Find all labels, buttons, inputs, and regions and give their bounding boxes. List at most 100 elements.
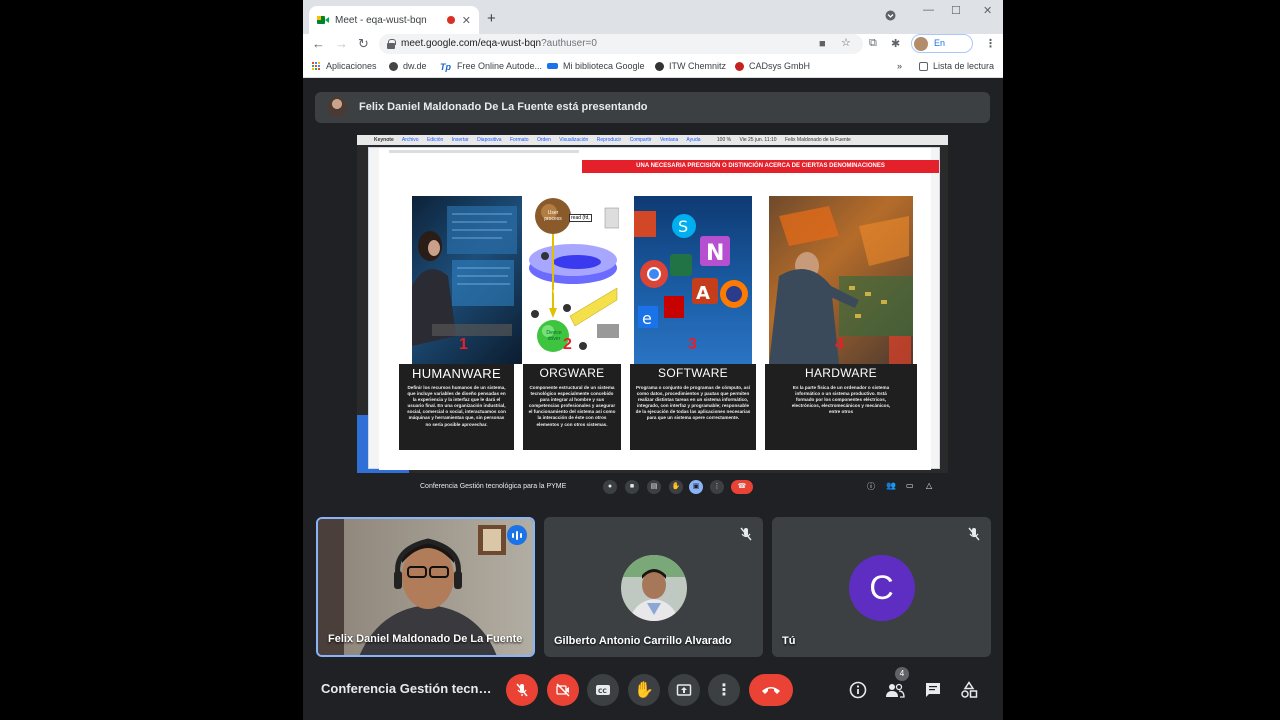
mac-menu-item: Keynote — [374, 137, 394, 143]
mac-menu-clock: Vie 25 jun. 11:10 — [739, 137, 777, 143]
chat-button[interactable] — [921, 678, 945, 702]
shared-present-icon: ▣ — [689, 480, 703, 494]
bookmark-star-icon[interactable]: ☆ — [841, 33, 851, 53]
card-caption: ORGWARE Componente estructural de un sis… — [523, 364, 621, 450]
reading-list[interactable]: Lista de lectura — [919, 61, 994, 71]
participant-name: Gilberto Antonio Carrillo Alvarado — [554, 635, 732, 647]
captions-button[interactable]: CC — [587, 674, 619, 706]
profile-avatar — [914, 37, 928, 51]
shared-meet-toolbar: Conferencia Gestión tecnológica para la … — [357, 473, 948, 503]
shared-activities-icon: △ — [926, 481, 933, 490]
bookmark-autodesk[interactable]: Tp Free Online Autode... — [440, 61, 543, 72]
card-caption: SOFTWARE Programa o conjunto de programa… — [630, 364, 756, 450]
meeting-details-button[interactable] — [846, 678, 870, 702]
activities-icon — [961, 681, 978, 698]
present-now-button[interactable] — [668, 674, 700, 706]
bookmark-itw[interactable]: ITW Chemnitz — [655, 61, 726, 71]
meeting-title[interactable]: Conferencia Gestión tecnol... — [321, 681, 496, 696]
mac-menu-status: 100 % — [716, 137, 732, 143]
leave-call-button[interactable] — [749, 674, 793, 706]
mac-menu-item: Diapositiva — [477, 137, 502, 143]
mic-toggle-button[interactable] — [506, 674, 538, 706]
card-text: Es la parte física de un ordenador o sis… — [791, 385, 891, 415]
bookmark-apps[interactable]: Aplicaciones — [312, 61, 377, 71]
chrome-menu-icon[interactable]: ⋮ — [985, 37, 996, 50]
bookmark-label: Aplicaciones — [326, 61, 377, 71]
tab-search-icon[interactable] — [885, 10, 896, 24]
card-text: Programa o conjunto de programas de cómp… — [635, 385, 751, 421]
bookmark-label: Free Online Autode... — [457, 61, 543, 71]
more-options-button[interactable]: ⋮ — [708, 674, 740, 706]
presenter-banner: Felix Daniel Maldonado De La Fuente está… — [315, 92, 990, 123]
camera-toggle-button[interactable] — [547, 674, 579, 706]
shared-screen[interactable]: Keynote Archivo Edición Insertar Diaposi… — [357, 135, 948, 503]
shared-hangup-icon: ☎ — [731, 480, 753, 494]
meet-control-bar: Conferencia Gestión tecnol... CC ✋ ⋮ 4 — [303, 667, 1003, 720]
bookmark-google-library[interactable]: Mi biblioteca Google — [547, 61, 645, 71]
new-tab-icon[interactable]: + — [487, 10, 496, 27]
shared-camera-icon: ■ — [625, 480, 639, 494]
lock-icon — [387, 39, 396, 49]
mac-menu-item: Compartir — [629, 137, 652, 143]
diagram-label-read: read (fd, — [569, 214, 592, 222]
svg-text:S: S — [678, 217, 688, 236]
minimize-icon[interactable]: — — [923, 4, 934, 16]
bookmark-cadsys[interactable]: CADsys GmbH — [735, 61, 810, 71]
extension-icon[interactable]: ⧉ — [869, 37, 877, 50]
card-title: SOFTWARE — [658, 366, 728, 380]
slide-stripe — [389, 150, 579, 153]
bookmark-dw[interactable]: dw.de — [389, 61, 427, 71]
recording-dot-icon — [446, 16, 455, 24]
slide: UNA NECESARIA PRECISIÓN O DISTINCIÓN ACE… — [379, 148, 939, 470]
browser-toolbar: ← → ↻ meet.google.com/eqa-wust-bqn?authu… — [303, 34, 1003, 65]
tab-close-icon[interactable]: ✕ — [462, 14, 471, 27]
reading-list-label: Lista de lectura — [933, 61, 995, 71]
info-icon — [849, 681, 867, 699]
bookmark-label: dw.de — [403, 61, 427, 71]
participants-button[interactable] — [883, 678, 907, 702]
forward-icon[interactable]: → — [335, 36, 348, 51]
participant-tile-self[interactable]: C Tú — [772, 517, 991, 657]
mic-off-icon — [516, 683, 528, 697]
shared-chat-icon: ▭ — [906, 481, 914, 490]
cadsys-logo-icon — [735, 61, 744, 71]
more-vert-icon: ⋮ — [716, 682, 732, 699]
captions-icon: CC — [596, 685, 610, 695]
mac-menu-item: Insertar — [451, 137, 469, 143]
bookmark-label: ITW Chemnitz — [669, 61, 727, 71]
gilberto-avatar — [620, 555, 687, 621]
back-icon[interactable]: ← — [312, 36, 325, 51]
mac-menu-item: Edición — [426, 137, 444, 143]
card-caption: HARDWARE Es la parte física de un ordena… — [765, 364, 917, 450]
bookmarks-overflow[interactable]: » — [897, 61, 902, 71]
raise-hand-button[interactable]: ✋ — [628, 674, 660, 706]
puzzle-icon[interactable]: ✱ — [891, 37, 900, 50]
reload-icon[interactable]: ↻ — [358, 36, 369, 52]
participant-tile-felix[interactable]: Felix Daniel Maldonado De La Fuente — [316, 517, 535, 657]
browser-window: Meet - eqa-wust-bqn ✕ + — ☐ ✕ ← → ↻ meet… — [303, 0, 1003, 720]
meet-area: Felix Daniel Maldonado De La Fuente está… — [303, 79, 1003, 720]
chat-icon — [926, 683, 940, 697]
close-window-icon[interactable]: ✕ — [983, 4, 992, 17]
participant-tile-gilberto[interactable]: Gilberto Antonio Carrillo Alvarado — [544, 517, 763, 657]
svg-text:CC: CC — [598, 688, 607, 695]
meet-logo-icon — [317, 15, 329, 25]
library-icon — [547, 63, 558, 69]
activities-button[interactable] — [957, 678, 981, 702]
svg-text:e: e — [642, 309, 652, 328]
mic-off-icon — [739, 527, 753, 541]
mac-menu-user: Felix Maldonado de la Fuente — [784, 137, 851, 143]
address-bar[interactable]: meet.google.com/eqa-wust-bqn?authuser=0 … — [379, 34, 863, 54]
reading-list-icon — [919, 61, 928, 71]
overflow-chevron-icon: » — [897, 61, 903, 71]
mac-menu-item: Ayuda — [686, 137, 701, 143]
browser-tab-meet[interactable]: Meet - eqa-wust-bqn ✕ — [309, 6, 479, 34]
tp-logo-icon: Tp — [440, 61, 451, 72]
maximize-icon[interactable]: ☐ — [951, 4, 961, 17]
mac-menu-item: Archivo — [401, 137, 419, 143]
screen: Meet - eqa-wust-bqn ✕ + — ☐ ✕ ← → ↻ meet… — [0, 0, 1280, 720]
camera-icon[interactable]: ■ — [819, 34, 826, 54]
diagram-label-kernel: Kernel — [545, 289, 560, 295]
card-title: HARDWARE — [805, 366, 877, 380]
profile-paused-button[interactable]: En pausa — [911, 34, 973, 65]
